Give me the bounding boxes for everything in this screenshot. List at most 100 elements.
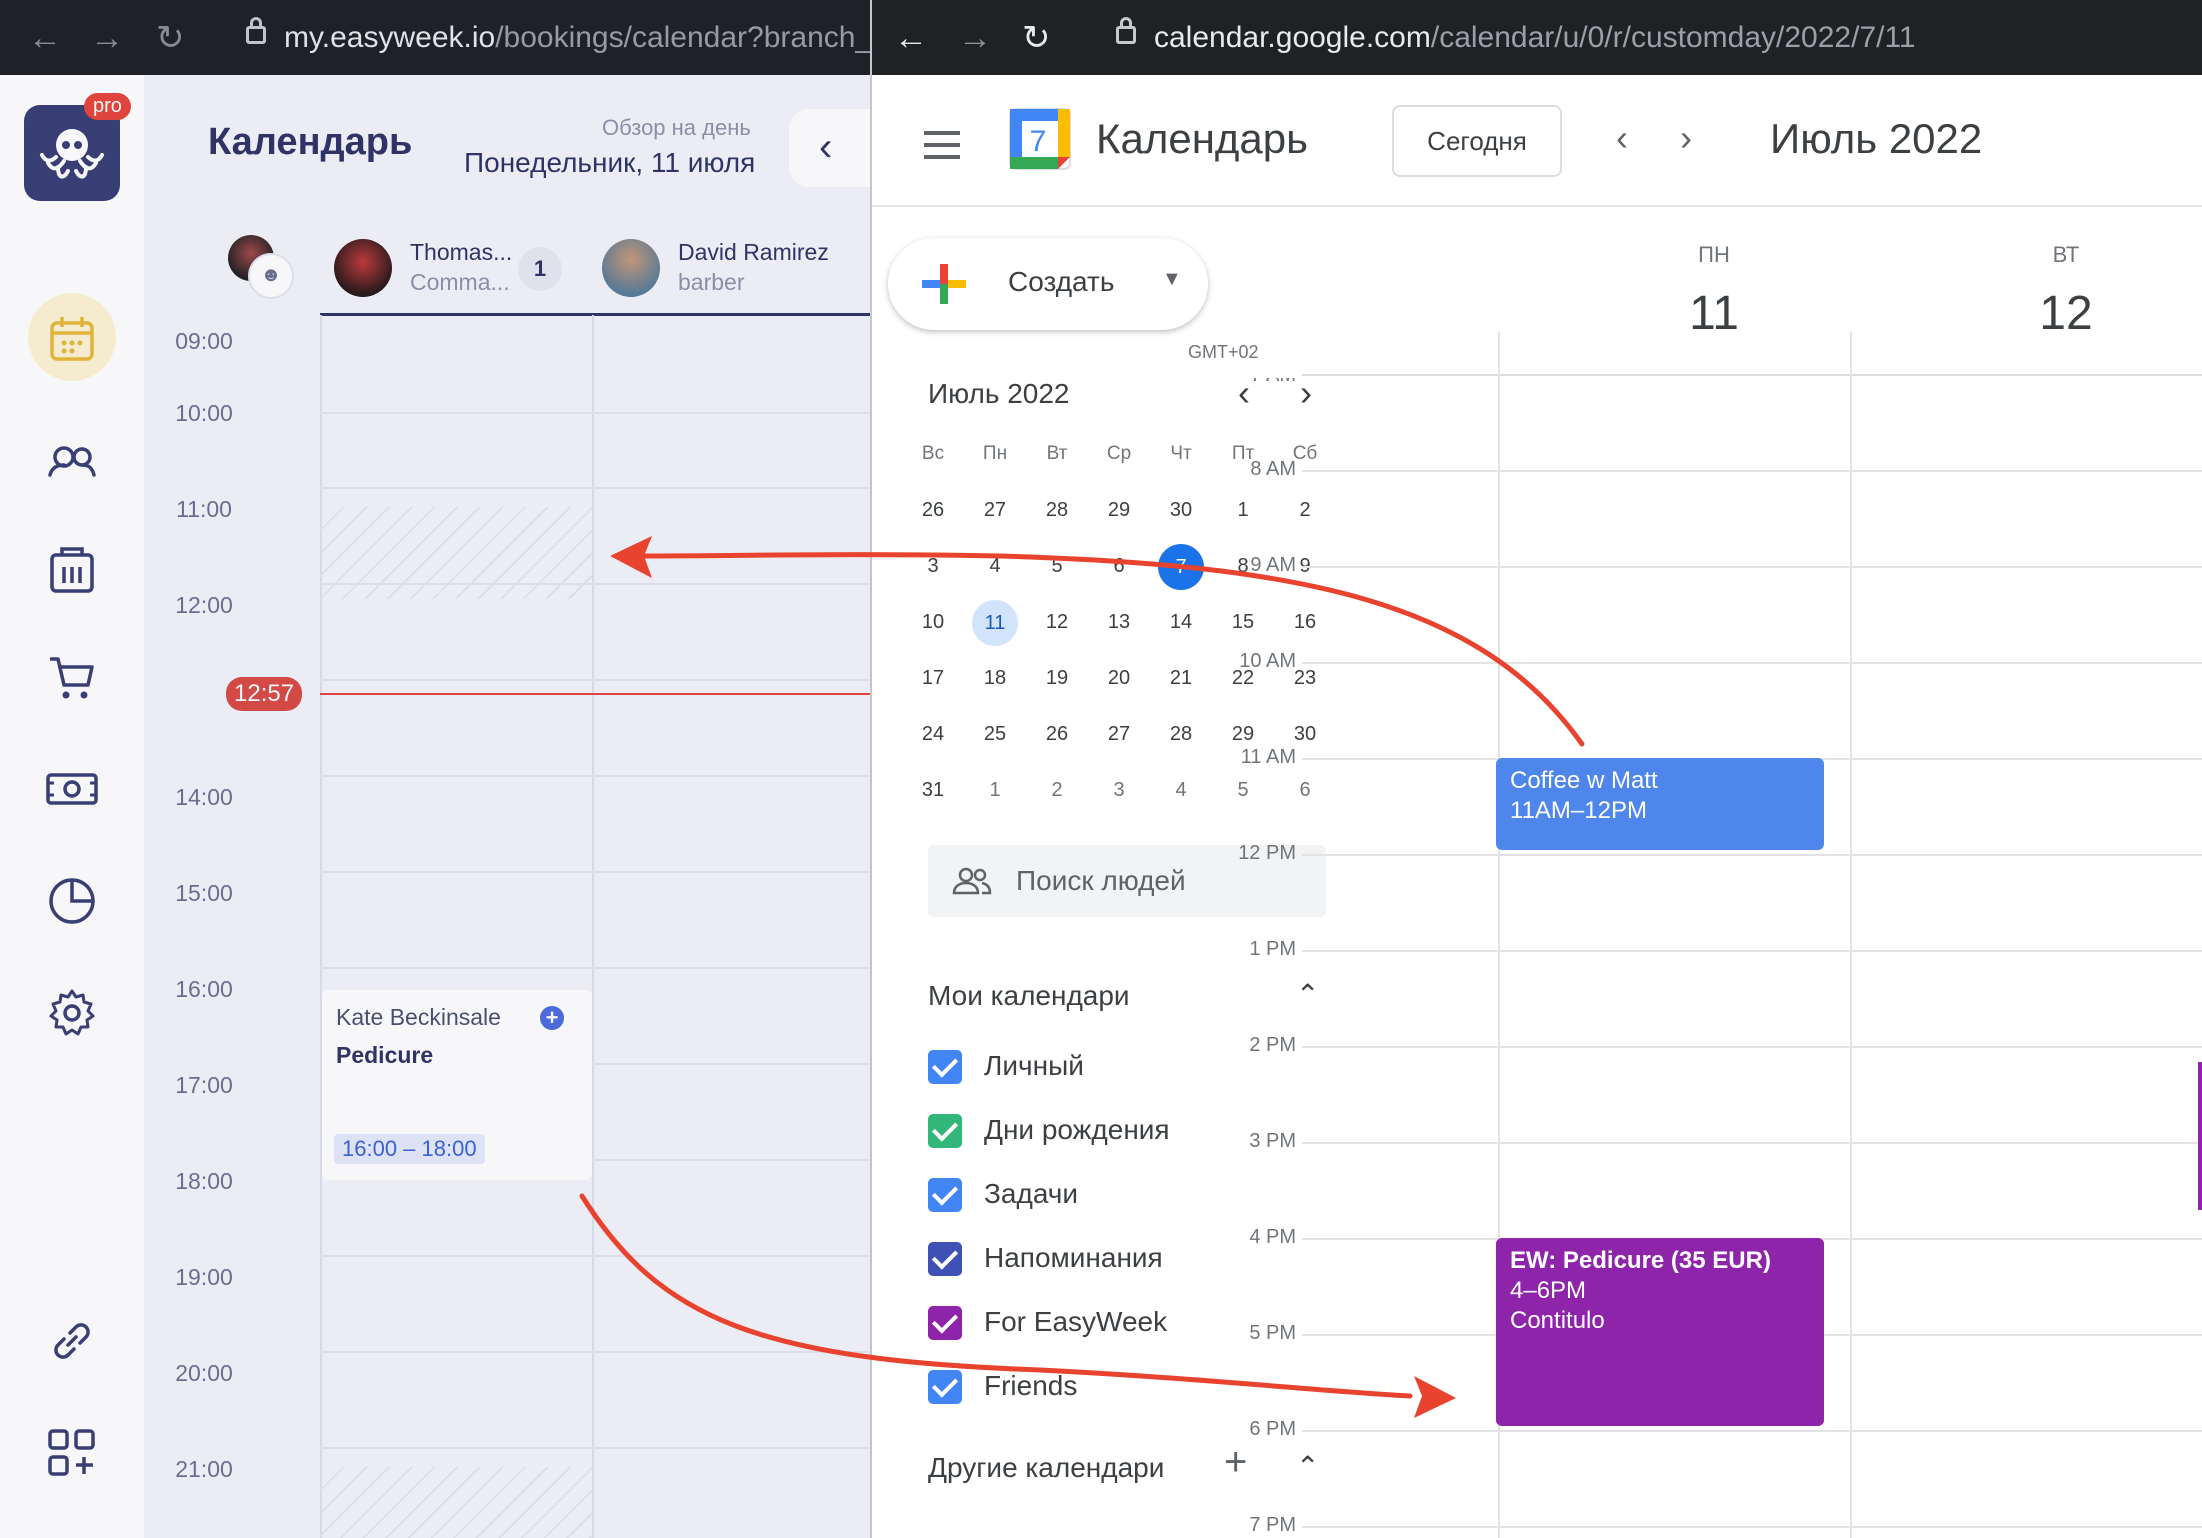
calendar-icon [50,317,94,361]
date-label: Понедельник, 11 июля [464,147,756,178]
day-name: ВТ [2052,242,2080,267]
sidebar-item-services[interactable] [44,541,100,597]
mini-day[interactable]: 24 [906,710,960,758]
sidebar-item-clients[interactable] [44,435,100,491]
add-icon[interactable]: + [540,1006,564,1030]
sidebar-item-apps[interactable] [44,1425,100,1481]
google-calendar-logo-icon[interactable]: 7 [1008,107,1072,171]
reload-icon[interactable]: ↻ [1022,18,1051,58]
hour-line [1302,1046,2202,1048]
mini-day[interactable]: 16 [1278,598,1332,646]
calendar-checkbox[interactable] [928,1178,962,1212]
mini-day[interactable]: 17 [906,654,960,702]
calendar-label[interactable]: Дни рождения [984,1114,1170,1146]
column-divider [592,315,594,1538]
mini-day[interactable]: 30 [1154,486,1208,534]
address-bar[interactable]: my.easyweek.io/bookings/calendar?branch_ [284,18,870,58]
event-edge-next-day[interactable] [2198,1062,2202,1210]
mini-day[interactable]: 29 [1092,486,1146,534]
booking-card[interactable]: Kate Beckinsale + Pedicure 16:00 – 18:00 [322,990,592,1180]
sidebar-item-shop[interactable] [44,649,100,705]
mini-day[interactable]: 2 [1278,486,1332,534]
calendar-checkbox[interactable] [928,1370,962,1404]
back-icon[interactable]: ← [894,18,928,58]
calendar-label[interactable]: Напоминания [984,1242,1163,1274]
day-number[interactable]: 12 [2026,286,2106,341]
mini-day[interactable]: 1 [968,766,1022,814]
collapse-chevron-up-icon[interactable]: ⌃ [1296,1450,1319,1483]
event-coffee[interactable]: Coffee w Matt 11AM–12PM [1496,758,1824,850]
calendar-label[interactable]: Friends [984,1370,1077,1402]
prev-period-chevron-icon[interactable]: ‹ [1616,117,1628,159]
sidebar-item-finance[interactable] [44,761,100,817]
sidebar-item-settings[interactable] [44,985,100,1041]
staff-name[interactable]: David Ramirez [678,239,829,266]
staff-group-icon[interactable]: ☻ [248,253,294,299]
mini-day[interactable]: 28 [1030,486,1084,534]
staff-name[interactable]: Thomas... [410,239,512,266]
mini-day[interactable]: 2 [1030,766,1084,814]
app-title: Календарь [1096,115,1308,162]
mini-day[interactable]: 18 [968,654,1022,702]
next-period-chevron-icon[interactable]: › [1680,117,1692,159]
mini-day[interactable]: 5 [1216,766,1270,814]
today-button[interactable]: Сегодня [1392,105,1562,177]
calendar-label[interactable]: For EasyWeek [984,1306,1167,1338]
mini-day[interactable]: 1 [1216,486,1270,534]
mini-day[interactable]: 20 [1092,654,1146,702]
mini-day[interactable]: 3 [1092,766,1146,814]
mini-day[interactable]: 26 [906,486,960,534]
reload-icon[interactable]: ↻ [156,18,185,58]
mini-day[interactable]: 27 [1092,710,1146,758]
mini-day[interactable]: 3 [906,542,960,590]
mini-day[interactable]: 27 [968,486,1022,534]
sidebar-item-integrations[interactable] [44,1313,100,1369]
caret-down-icon[interactable]: ▼ [1162,268,1182,291]
mini-day[interactable]: 26 [1030,710,1084,758]
mini-day[interactable]: 15 [1216,598,1270,646]
calendar-checkbox[interactable] [928,1306,962,1340]
avatar[interactable] [334,239,392,297]
sidebar-item-reports[interactable] [44,873,100,929]
calendar-checkbox[interactable] [928,1050,962,1084]
mini-day[interactable]: 12 [1030,598,1084,646]
lock-icon [1116,17,1136,44]
main-menu-icon[interactable] [924,131,960,167]
create-button[interactable]: Создать ▼ [888,238,1208,330]
prev-day-button[interactable]: ‹ [789,109,870,187]
event-pedicure[interactable]: EW: Pedicure (35 EUR) 4–6PM Contitulo [1496,1238,1824,1426]
mini-day[interactable]: 5 [1030,542,1084,590]
booking-service: Pedicure [336,1042,434,1068]
other-calendars-title[interactable]: Другие календари [928,1452,1164,1484]
mini-day[interactable]: 19 [1030,654,1084,702]
day-number[interactable]: 11 [1674,286,1754,341]
mini-day[interactable]: 6 [1092,542,1146,590]
mini-day[interactable]: 6 [1278,766,1332,814]
forward-icon[interactable]: → [90,18,124,58]
url-path: /bookings/calendar?branch_ [495,21,870,54]
mini-day-selected[interactable]: 11 [972,600,1018,646]
lock-icon [246,17,266,44]
mini-day[interactable]: 31 [906,766,960,814]
mini-day[interactable]: 4 [968,542,1022,590]
add-calendar-plus-icon[interactable]: + [1224,1440,1247,1485]
mini-day[interactable]: 10 [906,598,960,646]
event-title: Coffee w Matt [1510,767,1658,794]
my-calendars-title[interactable]: Мои календари [928,980,1130,1012]
mini-day[interactable]: 25 [968,710,1022,758]
calendar-checkbox[interactable] [928,1242,962,1276]
calendar-label[interactable]: Задачи [984,1178,1078,1210]
address-bar[interactable]: calendar.google.com/calendar/u/0/r/custo… [1154,18,1916,58]
calendar-label[interactable]: Личный [984,1050,1084,1082]
sidebar-item-calendar[interactable] [44,311,100,367]
hour-line [320,871,870,873]
mini-day[interactable]: 14 [1154,598,1208,646]
forward-icon[interactable]: → [958,18,992,58]
mini-next-chevron-icon[interactable]: › [1300,372,1312,414]
back-icon[interactable]: ← [28,18,62,58]
calendar-checkbox[interactable] [928,1114,962,1148]
avatar[interactable] [602,239,660,297]
collapse-chevron-up-icon[interactable]: ⌃ [1296,978,1319,1011]
mini-day[interactable]: 4 [1154,766,1208,814]
mini-day[interactable]: 13 [1092,598,1146,646]
